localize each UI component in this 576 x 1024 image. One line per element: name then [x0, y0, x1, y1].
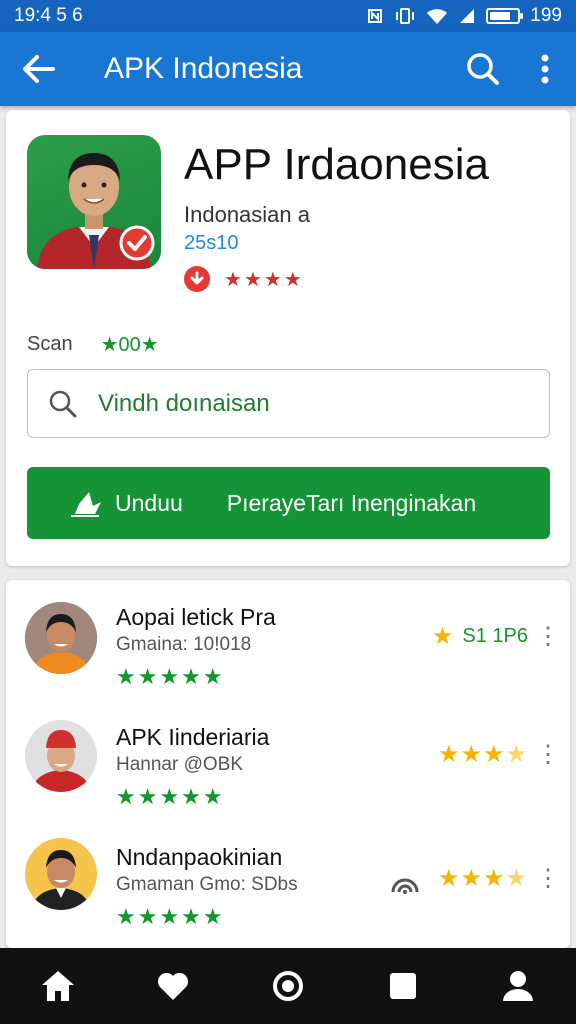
search-icon [467, 53, 499, 85]
app-detail-card: APP Irdaonesia Indonasian a 25s10 ★★★★ S… [6, 110, 570, 566]
page-title: APK Indonesia [104, 52, 303, 85]
list-item[interactable]: APK Iinderiaria Hannar @OBK ★★★★★ ★★★★ ⋮ [6, 700, 570, 816]
star-icon: ★ [431, 623, 455, 650]
avatar [25, 720, 97, 792]
search-icon [28, 389, 98, 419]
list-item-title: APK Iinderiaria [116, 724, 270, 750]
download-badge-icon [184, 266, 210, 292]
star-icon: ★ [263, 268, 284, 291]
heart-icon [157, 972, 188, 1000]
download-button-description: PıerayeTarı Ineηginakan [226, 489, 477, 516]
nav-circle[interactable] [258, 956, 318, 1016]
nav-home[interactable] [28, 956, 88, 1016]
more-vert-icon[interactable]: ⋮ [536, 740, 560, 769]
list-item[interactable]: Aopai letick Pra Gmaina: 10!018 ★★★★★ ★ … [6, 580, 570, 696]
scan-label: Scan [27, 333, 73, 355]
list-item-stars: ★★★★★ [116, 664, 225, 689]
back-button[interactable] [0, 32, 76, 106]
app-name: APP Irdaonesia [184, 140, 489, 189]
app-rating-stars: ★★★★ [224, 267, 304, 292]
square-icon [390, 973, 417, 999]
nav-favorites[interactable] [143, 956, 203, 1016]
list-item-rating-text: S1 1P6 [462, 625, 528, 647]
battery-fill [490, 12, 511, 20]
list-item-title: Aopai letick Pra [116, 604, 276, 630]
more-vert-icon[interactable]: ⋮ [536, 864, 560, 893]
scan-row: Scan ★00★ [27, 332, 159, 357]
avatar [25, 602, 97, 674]
gold-star-rating: ★★★★ [437, 741, 528, 768]
list-item-subtitle: Gmaina: 10!018 [116, 634, 252, 655]
more-vert-icon[interactable]: ⋮ [536, 622, 560, 651]
status-bar: 19:4 5 6 199 [0, 0, 576, 32]
list-item-rating: ★★★★ ⋮ [437, 740, 560, 769]
vibrate-icon [394, 7, 416, 25]
battery-percent: 199 [530, 5, 562, 26]
download-button-label: Unduu [115, 489, 183, 516]
signal-icon [458, 7, 476, 25]
app-size: 25s10 [184, 232, 239, 254]
bottom-navigation [0, 948, 576, 1024]
wifi-icon [426, 7, 448, 25]
list-item-subtitle: Gmaman Gmo: SDbs [116, 874, 298, 895]
star-icon: ★ [224, 268, 244, 291]
list-item-rating: ★★★★ ⋮ [437, 864, 560, 893]
search-button[interactable] [452, 32, 514, 106]
status-icons: 199 [366, 5, 562, 27]
scan-value: ★00★ [100, 334, 159, 356]
app-meta: ★★★★ [184, 266, 304, 292]
list-item-stars: ★★★★★ [116, 904, 225, 929]
app-list-card: Aopai letick Pra Gmaina: 10!018 ★★★★★ ★ … [6, 580, 570, 948]
app-bar: APK Indonesia [0, 32, 576, 106]
app-developer[interactable]: Indonasian a [184, 202, 310, 228]
battery-icon [486, 8, 524, 24]
star-icon: ★ [243, 268, 264, 291]
search-input[interactable] [98, 389, 518, 418]
wifi-icon [390, 872, 420, 901]
avatar [25, 838, 97, 910]
list-item-title: Nndanpaokinian [116, 844, 283, 870]
list-item-stars: ★★★★★ [116, 784, 225, 809]
list-item-rating: ★ S1 1P6 ⋮ [431, 622, 560, 651]
circle-icon [272, 971, 303, 1001]
download-button[interactable]: Unduu PıerayeTarı Ineηginakan [27, 467, 550, 539]
app-icon [27, 135, 161, 269]
profile-icon [503, 971, 534, 1001]
more-button[interactable] [514, 32, 576, 106]
more-vert-icon [541, 54, 549, 84]
nav-profile[interactable] [488, 956, 548, 1016]
star-icon: ★ [283, 268, 304, 291]
home-icon [41, 971, 74, 1001]
arrow-left-icon [23, 55, 55, 83]
search-field[interactable] [27, 369, 550, 438]
nav-square[interactable] [373, 956, 433, 1016]
list-item[interactable]: Nndanpaokinian Gmaman Gmo: SDbs ★★★★★ ★★… [6, 820, 570, 936]
nfc-icon [366, 7, 384, 25]
list-item-subtitle: Hannar @OBK [116, 754, 244, 775]
gold-star-rating: ★★★★ [437, 865, 528, 892]
status-time: 19:4 5 6 [14, 5, 83, 26]
download-icon [71, 492, 101, 517]
